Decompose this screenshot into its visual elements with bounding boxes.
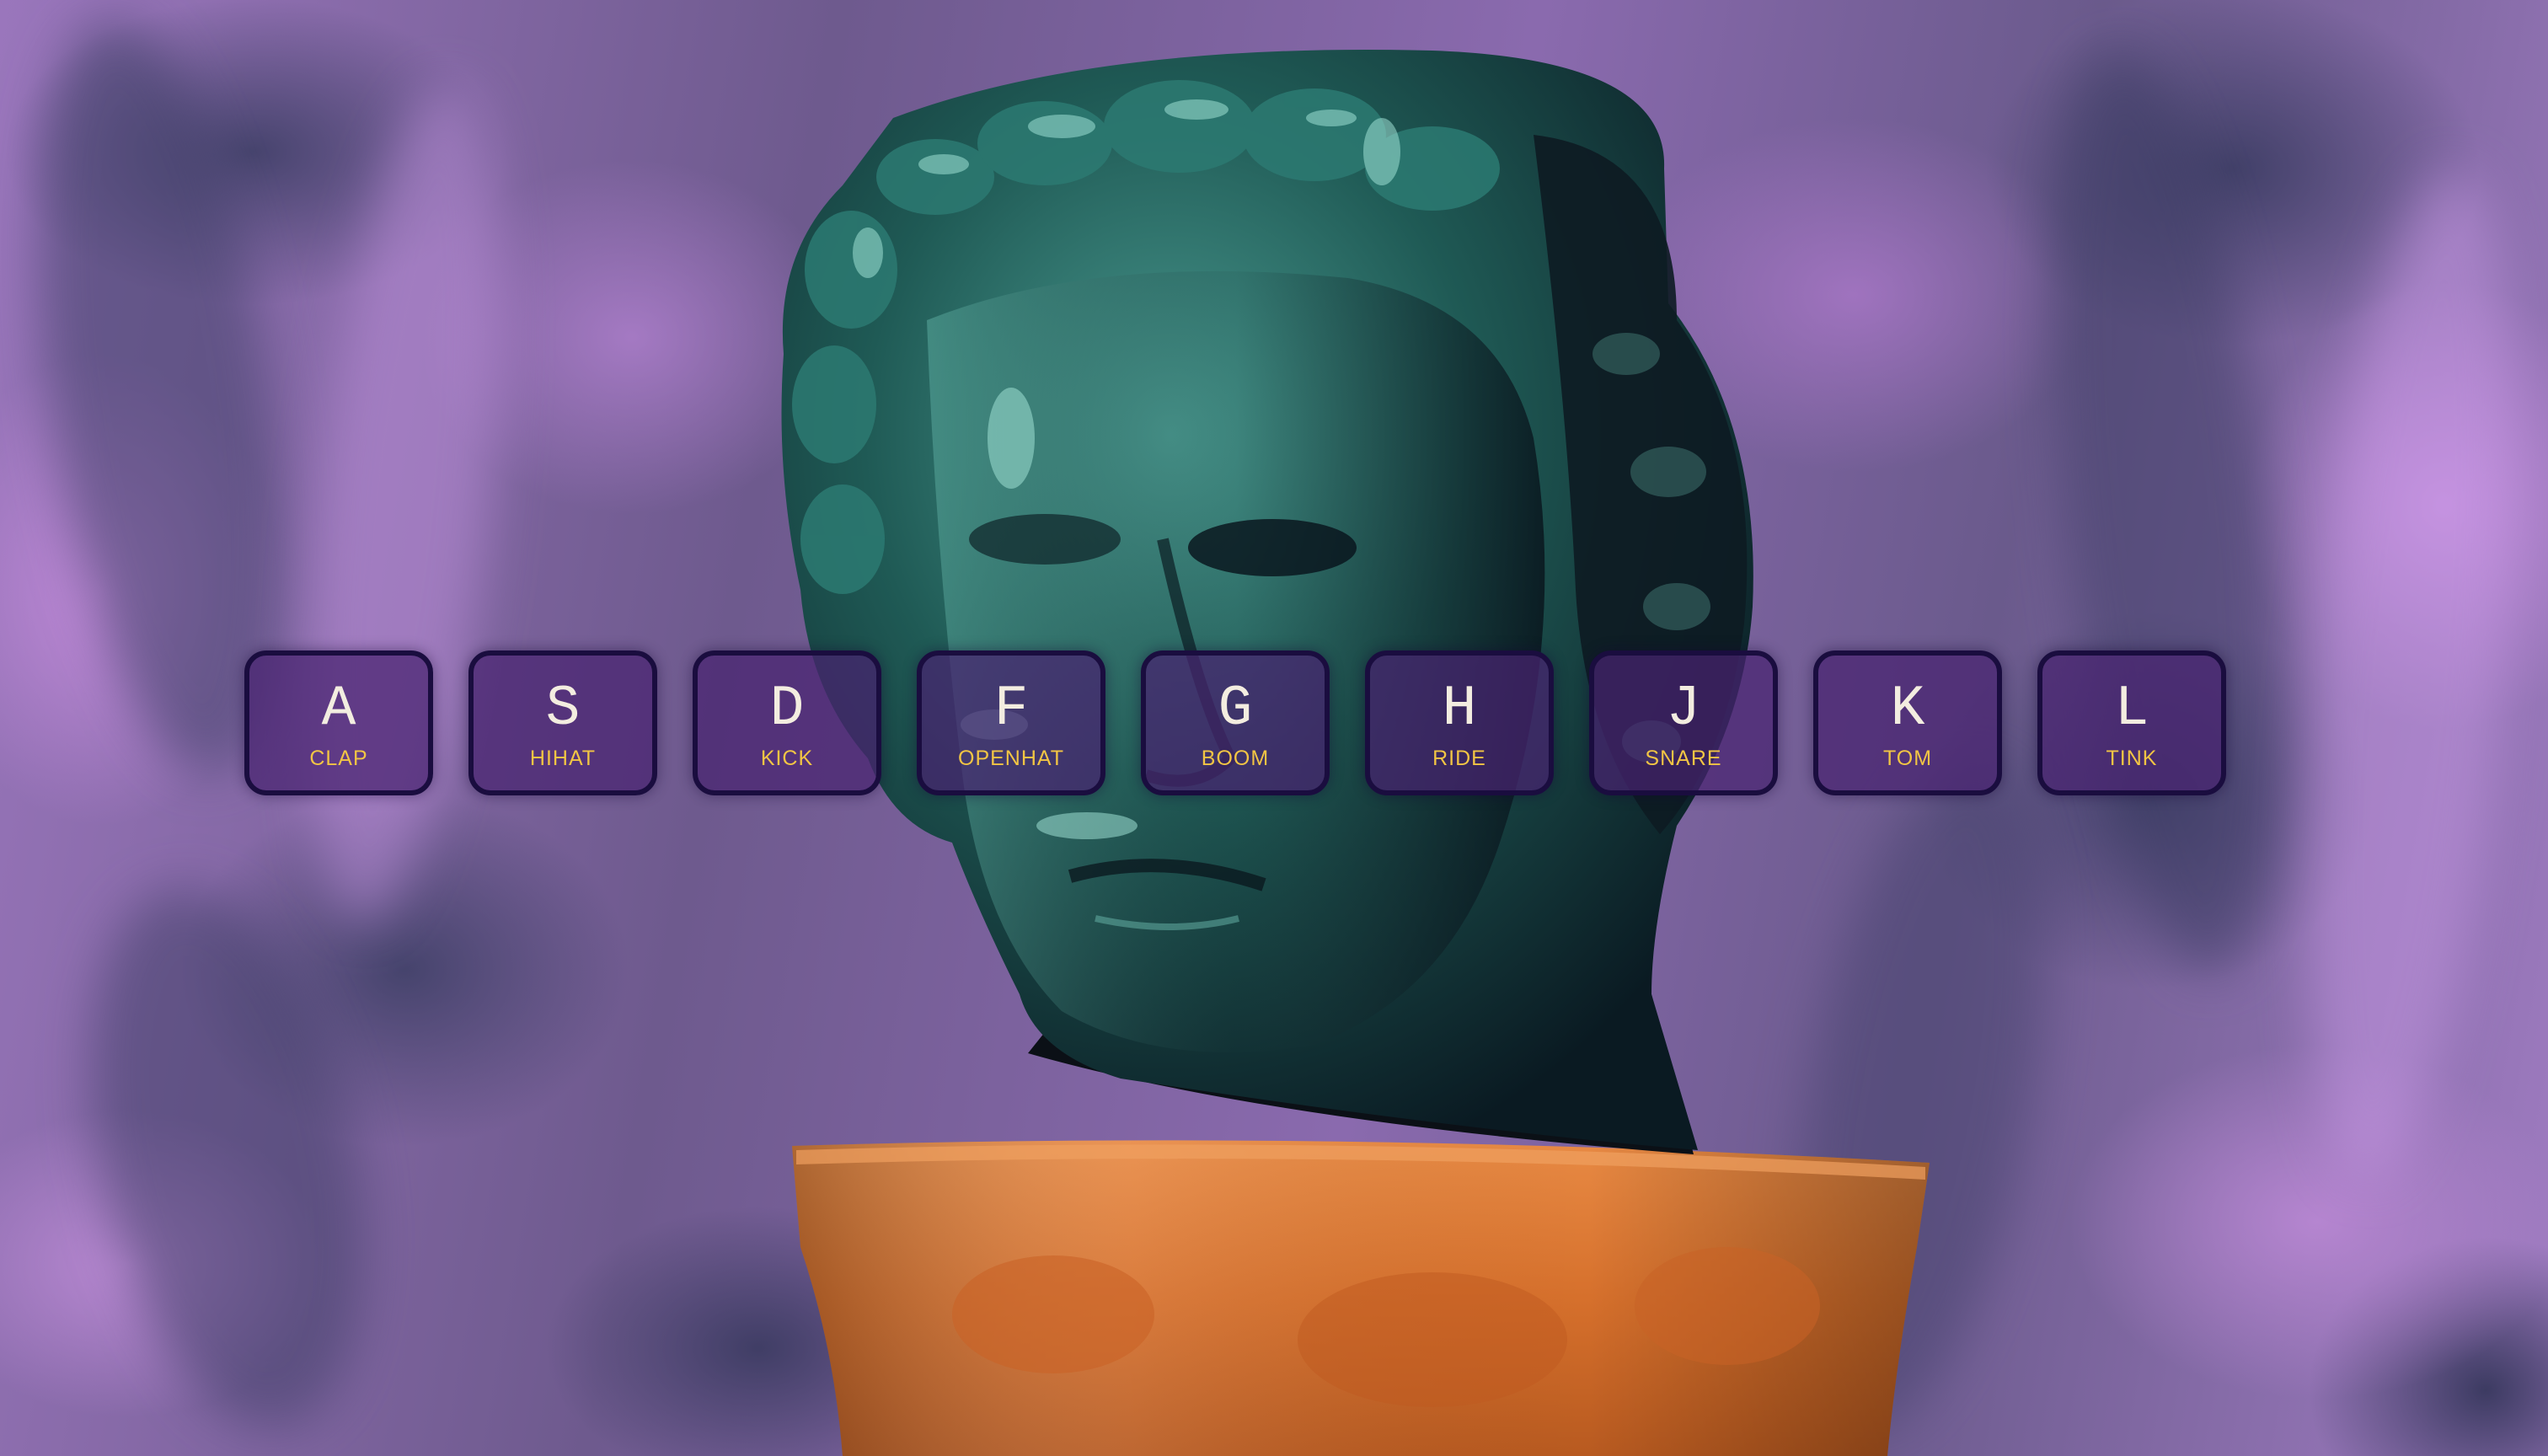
drum-key-kick[interactable]: D KICK — [693, 650, 881, 795]
key-sound-label: RIDE — [1432, 747, 1486, 770]
key-letter: L — [2114, 677, 2149, 741]
key-letter: S — [545, 677, 581, 741]
key-letter: J — [1666, 677, 1701, 741]
drum-key-tom[interactable]: K TOM — [1813, 650, 2002, 795]
key-sound-label: HIHAT — [529, 747, 597, 770]
key-letter: A — [321, 677, 356, 741]
drum-key-clap[interactable]: A CLAP — [244, 650, 433, 795]
drum-key-openhat[interactable]: F OPENHAT — [917, 650, 1105, 795]
key-sound-label: OPENHAT — [958, 747, 1064, 770]
drum-key-snare[interactable]: J SNARE — [1589, 650, 1778, 795]
key-letter: G — [1218, 677, 1253, 741]
key-sound-label: SNARE — [1645, 747, 1722, 770]
key-sound-label: TINK — [2106, 747, 2158, 770]
key-sound-label: TOM — [1882, 747, 1933, 770]
drum-key-tink[interactable]: L TINK — [2037, 650, 2226, 795]
drum-keys-row: A CLAP S HIHAT D KICK F OPENHAT G BOOM H… — [244, 650, 2226, 795]
key-letter: H — [1442, 677, 1477, 741]
key-sound-label: CLAP — [309, 747, 368, 770]
key-sound-label: BOOM — [1201, 747, 1270, 770]
drum-key-hihat[interactable]: S HIHAT — [468, 650, 657, 795]
key-letter: K — [1890, 677, 1925, 741]
key-sound-label: KICK — [760, 747, 814, 770]
key-letter: F — [993, 677, 1029, 741]
drum-key-ride[interactable]: H RIDE — [1365, 650, 1554, 795]
drum-key-boom[interactable]: G BOOM — [1141, 650, 1330, 795]
key-letter: D — [769, 677, 805, 741]
